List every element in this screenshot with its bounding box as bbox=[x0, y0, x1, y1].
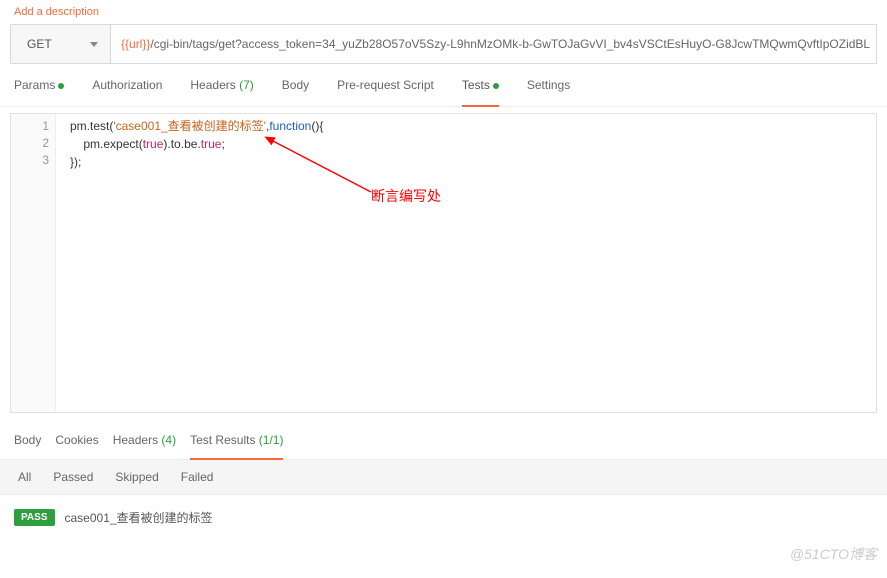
line-number: 3 bbox=[11, 152, 49, 169]
tab-tests-label: Tests bbox=[462, 78, 490, 92]
annotation-label: 断言编写处 bbox=[371, 186, 441, 206]
watermark: @51CTO博客 bbox=[790, 544, 877, 564]
tab-tests[interactable]: Tests bbox=[462, 74, 499, 98]
request-tabs: Params Authorization Headers (7) Body Pr… bbox=[0, 74, 887, 107]
resp-tab-headers-count: (4) bbox=[161, 433, 176, 447]
resp-tab-cookies[interactable]: Cookies bbox=[55, 431, 98, 453]
test-result-name: case001_查看被创建的标签 bbox=[65, 509, 213, 526]
code-content: pm.test('case001_查看被创建的标签',function(){ p… bbox=[66, 114, 876, 172]
tab-headers-label: Headers bbox=[190, 78, 235, 92]
resp-tab-headers[interactable]: Headers (4) bbox=[113, 431, 176, 453]
tab-prerequest[interactable]: Pre-request Script bbox=[337, 74, 434, 98]
resp-tab-test-results-label: Test Results bbox=[190, 433, 255, 447]
filter-passed[interactable]: Passed bbox=[53, 470, 93, 484]
tab-headers[interactable]: Headers (7) bbox=[190, 74, 253, 98]
resp-tab-test-results[interactable]: Test Results (1/1) bbox=[190, 431, 283, 453]
http-method-select[interactable]: GET bbox=[11, 25, 111, 63]
test-result-row: PASS case001_查看被创建的标签 bbox=[0, 495, 887, 540]
url-path: /cgi-bin/tags/get?access_token=34_yuZb28… bbox=[150, 37, 870, 51]
response-tabs: Body Cookies Headers (4) Test Results (1… bbox=[0, 421, 887, 460]
request-url-bar: GET {{url}}/cgi-bin/tags/get?access_toke… bbox=[10, 24, 877, 64]
test-result-filters: All Passed Skipped Failed bbox=[0, 460, 887, 495]
status-dot-icon bbox=[493, 83, 499, 89]
filter-all[interactable]: All bbox=[18, 470, 31, 484]
status-dot-icon bbox=[58, 83, 64, 89]
http-method-value: GET bbox=[27, 37, 52, 51]
url-input[interactable]: {{url}}/cgi-bin/tags/get?access_token=34… bbox=[111, 25, 876, 63]
tab-authorization[interactable]: Authorization bbox=[92, 74, 162, 98]
line-number: 1 bbox=[11, 118, 49, 135]
resp-tab-test-results-count: (1/1) bbox=[259, 433, 284, 447]
line-number: 2 bbox=[11, 135, 49, 152]
filter-failed[interactable]: Failed bbox=[181, 470, 214, 484]
chevron-down-icon bbox=[90, 42, 98, 47]
pass-badge: PASS bbox=[14, 509, 55, 526]
code-editor[interactable]: 1 2 3 pm.test('case001_查看被创建的标签',functio… bbox=[10, 113, 877, 413]
line-gutter: 1 2 3 bbox=[11, 114, 56, 412]
tab-headers-count: (7) bbox=[239, 78, 254, 92]
url-variable: {{url}} bbox=[121, 37, 150, 51]
filter-skipped[interactable]: Skipped bbox=[115, 470, 158, 484]
tab-settings[interactable]: Settings bbox=[527, 74, 570, 98]
tab-params-label: Params bbox=[14, 78, 55, 92]
resp-tab-body[interactable]: Body bbox=[14, 431, 41, 453]
tab-params[interactable]: Params bbox=[14, 74, 64, 98]
add-description-link[interactable]: Add a description bbox=[14, 6, 99, 18]
resp-tab-headers-label: Headers bbox=[113, 433, 158, 447]
tab-body[interactable]: Body bbox=[282, 74, 309, 98]
